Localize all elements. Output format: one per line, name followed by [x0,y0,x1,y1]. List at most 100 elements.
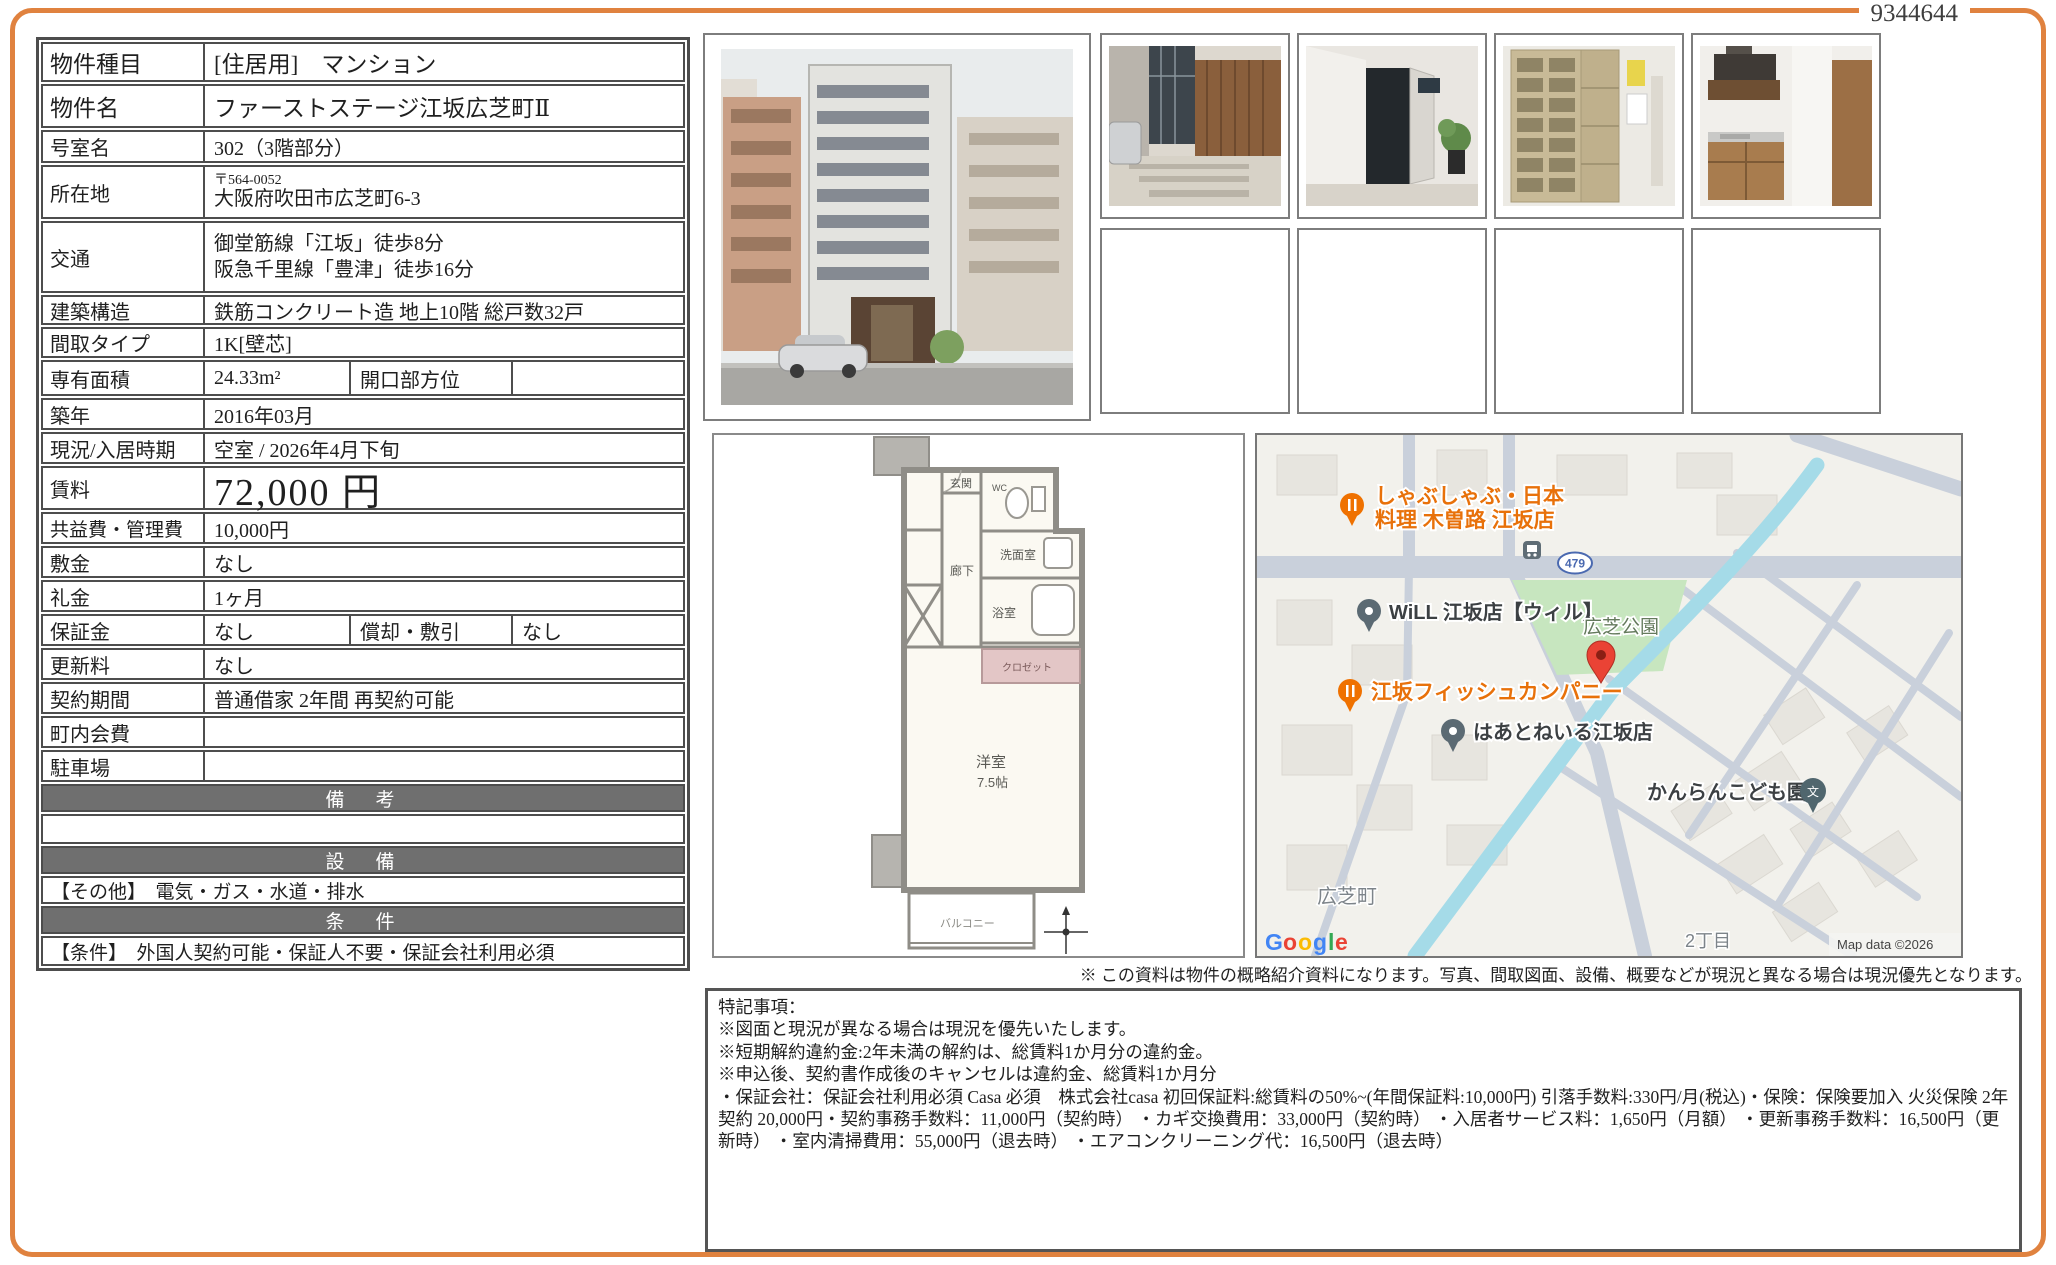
svg-text:文: 文 [1807,784,1819,799]
row-value: 〒564-0052 大阪府吹田市広芝町6-3 [205,167,683,217]
empty-photo-slot [1691,228,1881,414]
table-row: 駐車場 [41,750,685,782]
table-row: 更新料 なし [41,648,685,680]
row-label: 敷金 [43,548,205,576]
svg-text:g: g [1313,929,1327,955]
floor-plan: 玄関 WC 洗面室 浴室 廊下 クロゼット 洋室 7.5帖 バルコニー [712,433,1245,958]
district-label-hiroshibacho: 広芝町 [1317,885,1377,908]
floor-area-value: 24.33m² [205,362,351,394]
plan-washroom-label: 洗面室 [1000,547,1036,562]
svg-text:479: 479 [1565,557,1585,571]
equipment-section-header: 設 備 [41,846,685,874]
map-attribution: Map data ©2026 [1837,937,1933,952]
plan-bathroom-label: 浴室 [992,605,1016,620]
svg-text:G: G [1265,929,1283,955]
row-label: 共益費・管理費 [43,514,205,542]
park-label: 広芝公園 [1583,616,1659,638]
table-row: 礼金 1ヶ月 [41,580,685,612]
amortization-value: なし [513,616,683,644]
table-row: 号室名 302（3階部分） [41,130,685,163]
svg-text:o: o [1298,929,1312,955]
row-label: 町内会費 [43,718,205,746]
plan-closet-label: クロゼット [1002,662,1052,674]
location-map: 479 しゃぶしゃぶ・日本 料理 木曽路 江坂店 WiLL 江坂店【ウィル】 江… [1255,433,1963,958]
row-value: なし [205,650,683,678]
row-label: 交通 [43,223,205,291]
access-line-2: 阪急千里線「豊津」徒歩16分 [214,257,474,283]
row-label: 築年 [43,400,205,428]
row-label: 物件名 [43,86,205,126]
notes-line: ※短期解約違約金:2年未満の解約は、総賃料1か月分の違約金。 [718,1041,2009,1063]
deposit-value: なし [205,616,351,644]
row-label: 更新料 [43,650,205,678]
entrance-approach-photo [1100,33,1290,219]
plan-entrance-label: 玄関 [950,476,972,490]
row-label: 礼金 [43,582,205,610]
table-row: 専有面積 24.33m² 開口部方位 [41,360,685,396]
building-exterior-image [721,49,1073,405]
poi-will-label: WiLL 江坂店【ウィル】 [1389,601,1603,624]
equipment-row: 【その他】 電気・ガス・水道・排水 [41,876,685,904]
poi-kisoji-line2: 料理 木曽路 江坂店 [1375,508,1555,532]
row-value [205,718,683,746]
poi-kisoji-line1: しゃぶしゃぶ・日本 [1375,485,1564,508]
row-value: 1K[壁芯] [205,329,683,356]
row-value: 1ヶ月 [205,582,683,610]
conditions-row: 【条件】 外国人契約可能・保証人不要・保証会社利用必須 [41,936,685,966]
row-value: 鉄筋コンクリート造 地上10階 総戸数32戸 [205,297,683,323]
conditions-value: 【条件】 外国人契約可能・保証人不要・保証会社利用必須 [43,938,683,964]
table-row: 所在地 〒564-0052 大阪府吹田市広芝町6-3 [41,165,685,219]
district-label-2chome: 2丁目 [1685,931,1731,951]
special-notes-box: 特記事項： ※図面と現況が異なる場合は現況を優先いたします。 ※短期解約違約金:… [705,988,2022,1252]
property-sheet: 9344644 物件種目 [住居用] マンション 物件名 ファーストステージ江坂… [0,0,2056,1265]
equipment-value: 【その他】 電気・ガス・水道・排水 [43,878,683,902]
remarks-value [43,816,683,842]
google-logo: G o o g l e [1265,929,1348,955]
row-value: 302（3階部分） [205,132,683,161]
amortization-label: 償却・敷引 [351,616,513,644]
svg-text:l: l [1328,929,1334,955]
remarks-row [41,814,685,844]
row-label: 所在地 [43,167,205,217]
svg-text:e: e [1335,929,1348,955]
row-label: 建築構造 [43,297,205,323]
table-row: 物件種目 [住居用] マンション [41,42,685,82]
row-label: 物件種目 [43,44,205,80]
table-row: 保証金 なし 償却・敷引 なし [41,614,685,646]
property-info-table: 物件種目 [住居用] マンション 物件名 ファーストステージ江坂広芝町Ⅱ 号室名… [36,37,690,971]
row-value: 2016年03月 [205,400,683,428]
empty-photo-slot [1100,228,1290,414]
opening-direction-label: 開口部方位 [351,362,513,394]
row-label: 保証金 [43,616,205,644]
notes-line: ※図面と現況が異なる場合は現況を優先いたします。 [718,1018,2009,1040]
table-row: 契約期間 普通借家 2年間 再契約可能 [41,682,685,714]
poi-kindergarten-label: かんらんこども園 [1647,781,1807,804]
row-value: 10,000円 [205,514,683,542]
kitchen-photo [1691,33,1881,219]
plan-hallway-label: 廊下 [950,563,974,578]
notes-line: ※申込後、契約書作成後のキャンセルは違約金、総賃料1か月分 [718,1063,2009,1085]
delivery-lockers-image [1503,46,1675,206]
entrance-approach-image [1109,46,1281,206]
postal-code: 〒564-0052 [214,173,282,188]
kitchen-image [1700,46,1872,206]
rent-amount: 72,000 円 [205,468,683,508]
row-value: 御堂筋線「江坂」徒歩8分 阪急千里線「豊津」徒歩16分 [205,223,683,291]
row-value: なし [205,548,683,576]
table-row-rent: 賃料 72,000 円 [41,466,685,510]
opening-direction-value [513,362,683,394]
notes-title: 特記事項： [718,996,2009,1018]
notes-line: ・保証会社：保証会社利用必須 Casa 必須 株式会社casa 初回保証料:総賃… [718,1086,2009,1153]
poi-fish-label: 江坂フィッシュカンパニー [1371,681,1623,704]
conditions-section-header: 条 件 [41,906,685,934]
route-479-badge: 479 [1558,553,1592,574]
poi-heartnail-label: はあとねいる江坂店 [1473,721,1653,744]
row-label: 現況/入居時期 [43,434,205,462]
plan-main-room-size: 7.5帖 [977,775,1008,790]
table-row: 町内会費 [41,716,685,748]
entrance-hall-photo [1297,33,1487,219]
svg-text:o: o [1283,929,1297,955]
row-value: 空室 / 2026年4月下旬 [205,434,683,462]
disclaimer-text: ※ この資料は物件の概略紹介資料になります。写真、間取図面、設備、概要などが現況… [1080,961,2032,986]
row-label: 間取タイプ [43,329,205,356]
